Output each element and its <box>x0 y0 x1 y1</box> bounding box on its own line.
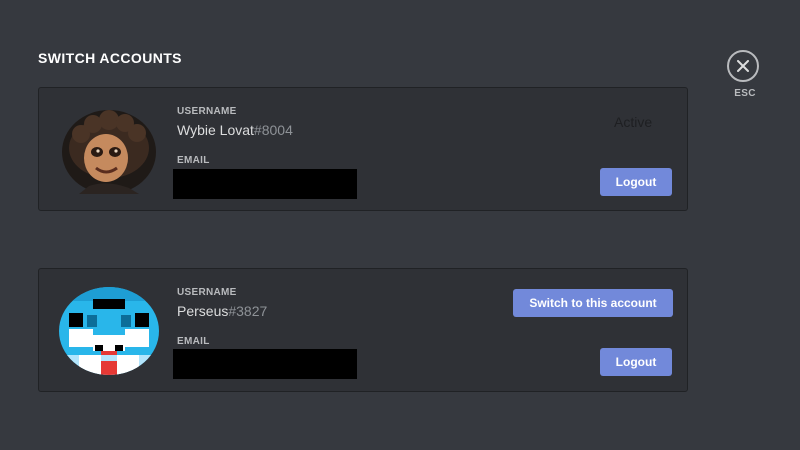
username-label: USERNAME <box>177 106 237 117</box>
username-name: Wybie Lovat <box>177 122 254 138</box>
avatar <box>59 287 159 375</box>
username-discriminator: #8004 <box>253 122 293 138</box>
switch-accounts-modal: SWITCH ACCOUNTS ESC USERNAME Wybie Lovat… <box>0 0 800 450</box>
close-button[interactable] <box>727 50 759 82</box>
username-value: Perseus#3827 <box>177 303 267 319</box>
logout-button[interactable]: Logout <box>600 348 672 376</box>
close-control: ESC <box>727 50 763 99</box>
email-redacted <box>173 349 357 379</box>
username-label: USERNAME <box>177 287 237 298</box>
switch-account-button[interactable]: Switch to this account <box>513 289 673 317</box>
logout-button[interactable]: Logout <box>600 168 672 196</box>
account-card-1: USERNAME Wybie Lovat#8004 EMAIL Active L… <box>38 87 688 211</box>
modal-title: SWITCH ACCOUNTS <box>38 50 182 66</box>
active-status: Active <box>614 114 653 130</box>
close-icon <box>737 60 749 72</box>
username-name: Perseus <box>177 303 229 319</box>
email-redacted <box>173 169 357 199</box>
account-card-2: USERNAME Perseus#3827 EMAIL Switch to th… <box>38 268 688 392</box>
email-label: EMAIL <box>177 155 210 166</box>
username-discriminator: #3827 <box>228 303 268 319</box>
username-value: Wybie Lovat#8004 <box>177 122 293 138</box>
avatar <box>62 110 156 194</box>
email-label: EMAIL <box>177 336 210 347</box>
esc-label: ESC <box>734 88 756 99</box>
